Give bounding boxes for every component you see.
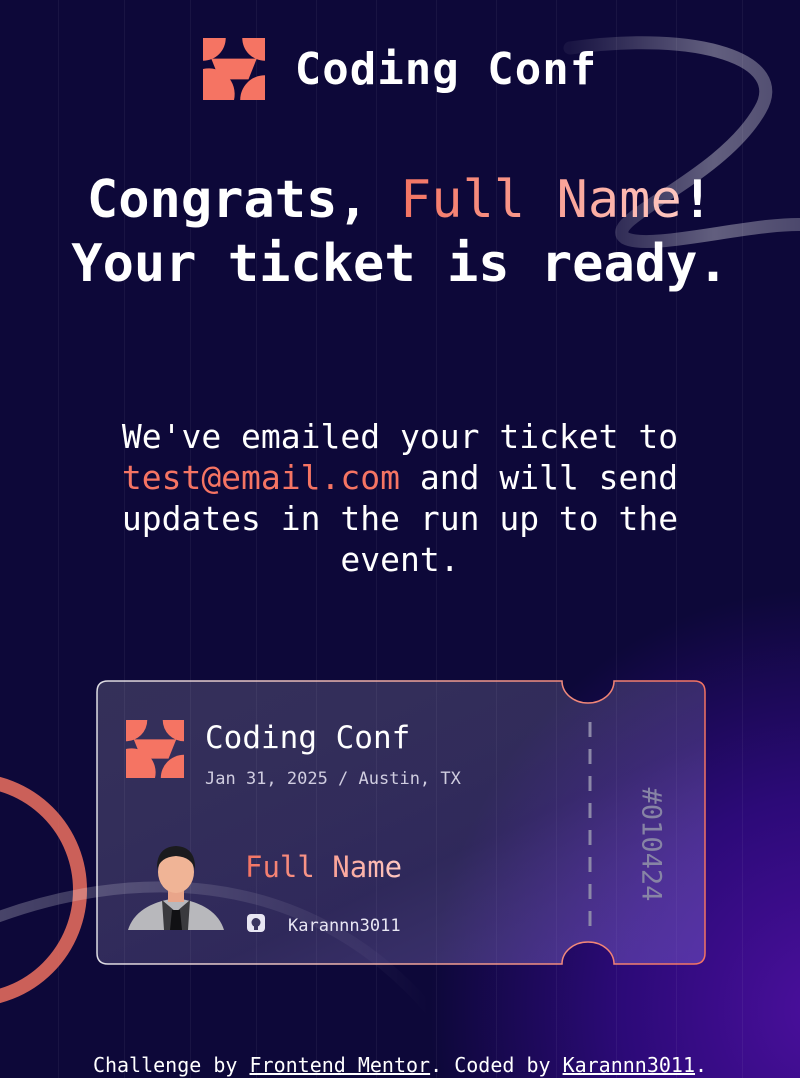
- title-exclaim: !: [681, 170, 714, 230]
- ticket-number-text: #010424: [635, 787, 667, 901]
- congrats-heading: Congrats, Full Name! Your ticket is ready…: [60, 168, 740, 296]
- github-icon: [247, 914, 265, 932]
- email-address: test@email.com: [121, 458, 400, 497]
- ticket-number: #010424: [631, 787, 671, 901]
- ticket-logo-icon: [126, 720, 184, 778]
- title-prefix: Congrats,: [86, 170, 400, 230]
- footer-suffix: .: [695, 1053, 708, 1077]
- app-title: Coding Conf: [294, 43, 598, 95]
- author-link[interactable]: Karannn3011: [563, 1053, 695, 1077]
- subtitle-prefix: We've emailed your ticket to: [121, 417, 679, 456]
- frontend-mentor-link[interactable]: Frontend Mentor: [249, 1053, 430, 1077]
- attendee-avatar: [128, 846, 224, 930]
- ticket-github-username: Karannn3011: [288, 916, 401, 936]
- ticket-date-location: Jan 31, 2025 / Austin, TX: [205, 769, 461, 789]
- orange-circle-decoration: [0, 776, 87, 1004]
- title-line2: Your ticket is ready.: [71, 234, 729, 294]
- header: Coding Conf: [0, 38, 800, 100]
- coding-conf-logo-icon: [202, 38, 265, 100]
- title-name: Full Name: [400, 170, 682, 230]
- ticket-event-title: Coding Conf: [205, 720, 411, 756]
- confirmation-message: We've emailed your ticket to test@email.…: [110, 416, 690, 580]
- footer-coded-prefix: . Coded by: [430, 1053, 563, 1077]
- ticket-attendee-name: Full Name: [245, 850, 403, 884]
- attribution-footer: Challenge by Frontend Mentor. Coded by K…: [0, 1053, 800, 1077]
- conference-ticket: Coding Conf Jan 31, 2025 / Austin, TX Fu…: [96, 680, 706, 965]
- footer-challenge-prefix: Challenge by: [92, 1053, 250, 1077]
